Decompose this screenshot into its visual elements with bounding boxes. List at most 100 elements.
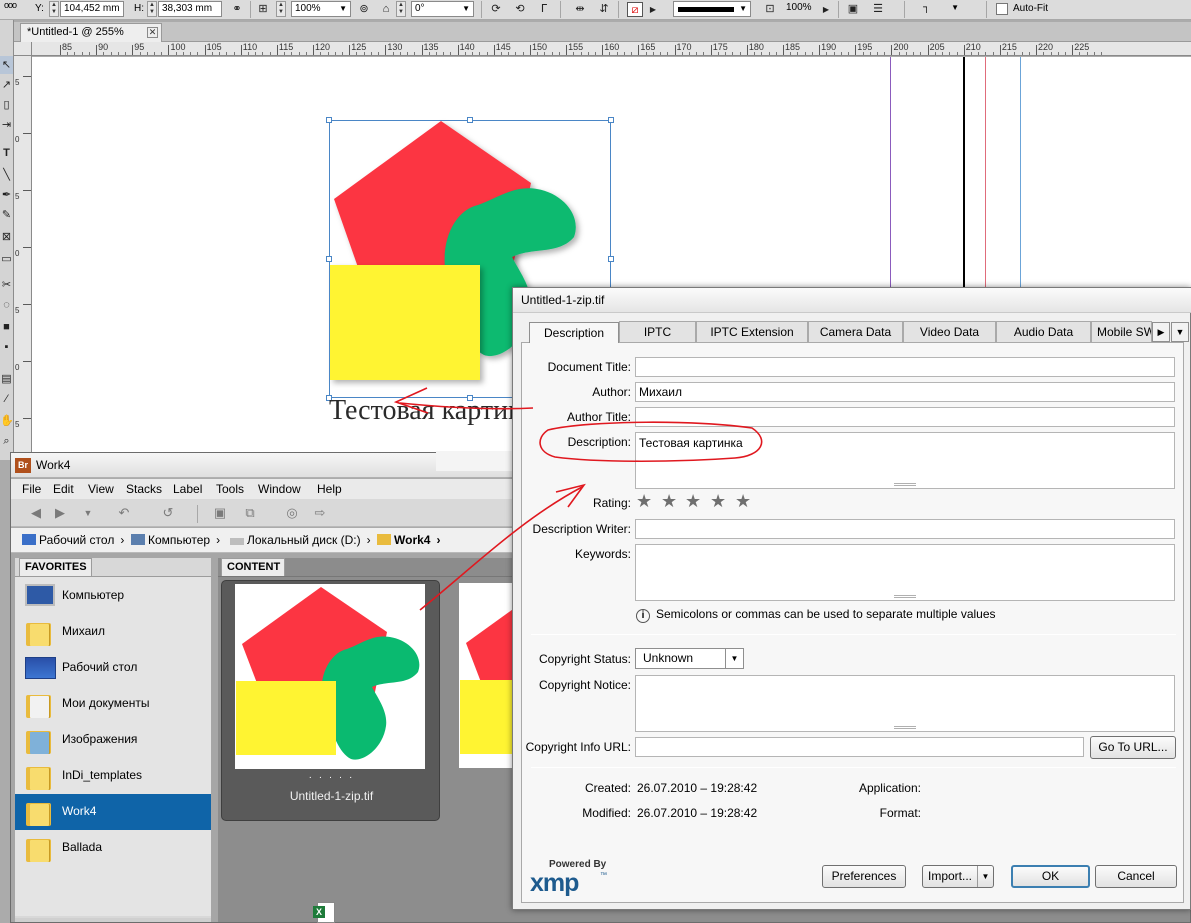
history-dropdown-icon[interactable]: ▼	[79, 505, 97, 521]
breadcrumb-computer[interactable]: Компьютер ›	[131, 533, 220, 547]
ok-button[interactable]: OK	[1011, 865, 1090, 888]
stroke-style-select[interactable]: ▼	[673, 1, 751, 17]
h-spinner[interactable]: ▲ ▼	[147, 1, 157, 17]
menu-tools[interactable]: Tools	[216, 482, 244, 496]
rectangle-frame-tool-icon[interactable]: ⊠	[0, 228, 13, 246]
tab-iptc-extension[interactable]: IPTC Extension	[696, 321, 808, 342]
camera-raw-icon[interactable]: ◎	[283, 505, 301, 521]
tab-untitled-1[interactable]: *Untitled-1 @ 255% ✕	[20, 23, 162, 42]
eyedropper-tool-icon[interactable]: ⁄	[0, 390, 13, 408]
menu-stacks[interactable]: Stacks	[126, 482, 162, 496]
back-icon[interactable]: ◀	[27, 505, 45, 521]
import-button[interactable]: Import... ▼	[922, 865, 994, 888]
menu-edit[interactable]: Edit	[53, 482, 74, 496]
tab-menu-icon[interactable]: ▼	[1171, 322, 1189, 342]
tab-video-data[interactable]: Video Data	[903, 321, 996, 342]
tab-description[interactable]: Description	[529, 322, 619, 345]
scale-spinner[interactable]: ▲ ▼	[276, 1, 286, 17]
pencil-tool-icon[interactable]: ✎	[0, 206, 13, 224]
resize-grip[interactable]	[894, 483, 916, 486]
reveal-recent-icon[interactable]: ↶	[115, 505, 133, 521]
favorite-computer[interactable]: Компьютер	[15, 578, 211, 614]
rotate-ccw-icon[interactable]: ⟲	[512, 2, 528, 17]
copyright-url-field[interactable]	[635, 737, 1084, 757]
breadcrumb-local-disk[interactable]: Локальный диск (D:) ›	[230, 533, 371, 547]
excel-file-icon[interactable]: X	[313, 902, 335, 923]
zoom-tool-icon[interactable]: ⌕	[0, 432, 13, 450]
resize-handle[interactable]	[467, 117, 473, 123]
flip-horizontal-icon[interactable]: ⇹	[572, 2, 588, 17]
star-icon[interactable]: ★	[735, 492, 753, 510]
selection-tool-icon[interactable]: ↖	[0, 56, 13, 74]
menu-view[interactable]: View	[88, 482, 114, 496]
copyright-status-select[interactable]: Unknown ▼	[635, 648, 744, 669]
import-dropdown-icon[interactable]: ▼	[977, 866, 993, 887]
opacity-menu-icon[interactable]: ▶	[818, 2, 834, 17]
resize-grip[interactable]	[894, 726, 916, 729]
favorites-scrollbar[interactable]	[15, 918, 211, 922]
resize-handle[interactable]	[608, 117, 614, 123]
star-icon[interactable]: ★	[636, 492, 654, 510]
scissors-tool-icon[interactable]: ✂	[0, 276, 13, 294]
menu-label[interactable]: Label	[173, 482, 202, 496]
close-icon[interactable]: ✕	[147, 27, 158, 38]
return-to-indesign-icon[interactable]: ↺	[159, 505, 177, 521]
go-to-url-button[interactable]: Go To URL...	[1090, 736, 1176, 759]
flip-vertical-icon[interactable]: ⇵	[596, 2, 612, 17]
fill-menu-icon[interactable]: ▶	[645, 2, 661, 17]
output-icon[interactable]: ⇨	[311, 505, 329, 521]
y-spinner[interactable]: ▲ ▼	[49, 1, 59, 17]
hand-tool-icon[interactable]: ✋	[0, 412, 14, 430]
menu-window[interactable]: Window	[258, 482, 301, 496]
thumbnail-filename[interactable]: Untitled-1-zip.tif	[222, 789, 441, 803]
favorite-work4[interactable]: Work4	[15, 794, 211, 830]
tab-mobile-swf[interactable]: Mobile SWF	[1091, 321, 1152, 342]
breadcrumb-desktop[interactable]: Рабочий стол ›	[22, 533, 124, 547]
flip-icon[interactable]: ᒥ	[536, 2, 552, 17]
gradient-feather-tool-icon[interactable]: ▪	[0, 338, 13, 356]
gradient-swatch-tool-icon[interactable]: ■	[0, 318, 13, 336]
dialog-titlebar[interactable]: Untitled-1-zip.tif	[513, 288, 1191, 313]
favorite-desktop[interactable]: Рабочий стол	[15, 650, 211, 686]
author-title-field[interactable]	[635, 407, 1175, 427]
resize-handle[interactable]	[326, 117, 332, 123]
note-tool-icon[interactable]: ▤	[0, 370, 13, 388]
frame-fitting-icon[interactable]: ▣	[845, 2, 861, 17]
get-photos-icon[interactable]: ▣	[211, 505, 229, 521]
tab-camera-data[interactable]: Camera Data	[808, 321, 903, 342]
resize-grip[interactable]	[894, 595, 916, 598]
author-field[interactable]: Михаил	[635, 382, 1175, 402]
preferences-button[interactable]: Preferences	[822, 865, 906, 888]
tab-audio-data[interactable]: Audio Data	[996, 321, 1091, 342]
document-title-field[interactable]	[635, 357, 1175, 377]
constrain-icon[interactable]: ⚭	[229, 2, 245, 17]
page-tool-icon[interactable]: ▯	[0, 96, 13, 114]
favorite-ballada[interactable]: Ballada	[15, 830, 211, 866]
h-field[interactable]: 38,303 mm	[158, 1, 222, 17]
favorite-mikhail[interactable]: Михаил	[15, 614, 211, 650]
fit-content-icon[interactable]: ☰	[870, 2, 886, 17]
reference-point-icon[interactable]: ooo	[4, 0, 17, 10]
pen-tool-icon[interactable]: ✒	[0, 186, 13, 204]
tab-scroll-right-icon[interactable]: ▶	[1152, 322, 1170, 342]
rectangle-tool-icon[interactable]: ▭	[0, 250, 13, 268]
favorite-indi-templates[interactable]: InDi_templates	[15, 758, 211, 794]
corner-options-select[interactable]: ┐ ▼	[920, 1, 962, 17]
favorite-my-documents[interactable]: Мои документы	[15, 686, 211, 722]
resize-handle[interactable]	[326, 256, 332, 262]
copyright-notice-field[interactable]	[635, 675, 1175, 732]
resize-handle[interactable]	[608, 256, 614, 262]
type-tool-icon[interactable]: T	[0, 144, 13, 162]
ruler-origin[interactable]	[14, 42, 32, 56]
star-icon[interactable]: ★	[685, 492, 703, 510]
keywords-field[interactable]	[635, 544, 1175, 601]
tab-favorites[interactable]: FAVORITES	[19, 558, 92, 576]
star-icon[interactable]: ★	[710, 492, 728, 510]
rating-dots[interactable]: · · · · ·	[222, 772, 441, 783]
rotate-cw-icon[interactable]: ⟳	[488, 2, 504, 17]
menu-file[interactable]: File	[22, 482, 41, 496]
description-writer-field[interactable]	[635, 519, 1175, 539]
angle-spinner[interactable]: ▲ ▼	[396, 1, 406, 17]
scale-select[interactable]: 100% ▼	[291, 1, 351, 17]
description-field[interactable]: Тестовая картинка	[635, 432, 1175, 489]
